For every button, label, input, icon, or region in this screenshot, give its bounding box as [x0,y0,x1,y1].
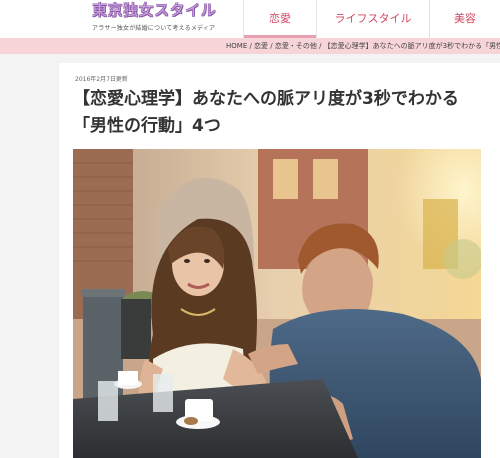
article-title: 【恋愛心理学】あなたへの脈アリ度が3秒でわかる「男性の行動」4つ [73,89,459,136]
site-header: 東京独女スタイル アラサー独女が結婚について考えるメディア 恋愛 ライフスタイル… [0,0,500,39]
nav-item-label: 美容 [454,12,476,25]
site-logo[interactable]: 東京独女スタイル アラサー独女が結婚について考えるメディア [92,2,242,33]
article-hero-image [73,149,481,458]
breadcrumb[interactable]: HOME / 恋愛 / 恋愛・その他 / 【恋愛心理学】あなたへの脈アリ度が3秒… [226,38,500,54]
nav-item-lifestyle[interactable]: ライフスタイル [316,0,429,38]
article-card: 2016年2月7日更新 【恋愛心理学】あなたへの脈アリ度が3秒でわかる「男性の行… [59,63,500,458]
nav-item-label: 恋愛 [269,12,291,25]
article-date: 2016年2月7日更新 [75,76,128,83]
breadcrumb-bar: HOME / 恋愛 / 恋愛・その他 / 【恋愛心理学】あなたへの脈アリ度が3秒… [0,38,500,54]
nav-item-beauty[interactable]: 美容 [429,0,500,38]
site-tagline: アラサー独女が結婚について考えるメディア [92,25,216,32]
nav-item-label: ライフスタイル [334,12,412,25]
main-nav: 恋愛 ライフスタイル 美容 [243,0,500,38]
logo-text[interactable]: 東京独女スタイル [92,2,242,19]
nav-item-love[interactable]: 恋愛 [243,0,316,38]
